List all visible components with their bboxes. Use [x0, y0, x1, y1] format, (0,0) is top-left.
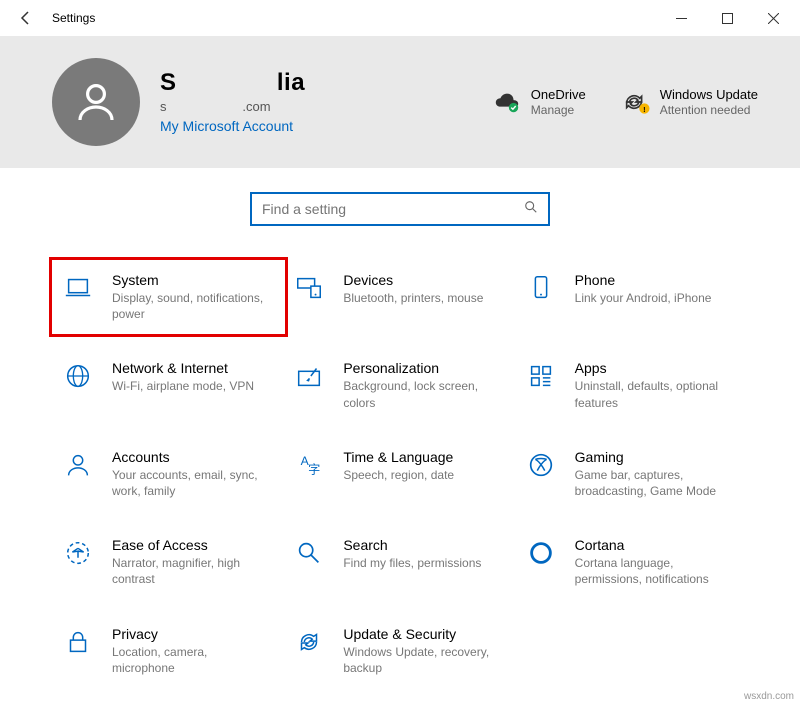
ms-account-link[interactable]: My Microsoft Account — [160, 118, 293, 134]
category-time[interactable]: A字 Time & Language Speech, region, date — [289, 443, 510, 505]
cat-desc: Display, sound, notifications, power — [112, 290, 272, 322]
language-icon: A字 — [293, 449, 325, 481]
cat-desc: Your accounts, email, sync, work, family — [112, 467, 272, 499]
watermark: wsxdn.com — [744, 691, 794, 702]
onedrive-sub: Manage — [531, 103, 586, 117]
cat-title: Devices — [343, 272, 483, 288]
window-title: Settings — [52, 11, 95, 25]
brush-icon — [293, 360, 325, 392]
cat-title: Search — [343, 537, 481, 553]
search-category-icon — [293, 537, 325, 569]
cat-title: Phone — [575, 272, 712, 288]
lock-icon — [62, 626, 94, 658]
cat-desc: Location, camera, microphone — [112, 644, 272, 676]
titlebar: Settings — [0, 0, 800, 36]
cat-title: Apps — [575, 360, 735, 376]
update-icon: ! — [622, 88, 650, 116]
back-arrow-icon — [18, 10, 34, 26]
search-row — [0, 168, 800, 226]
cat-title: Gaming — [575, 449, 735, 465]
category-ease-of-access[interactable]: Ease of Access Narrator, magnifier, high … — [58, 531, 279, 593]
cat-desc: Speech, region, date — [343, 467, 454, 483]
cat-title: Update & Security — [343, 626, 503, 642]
window-controls — [658, 0, 796, 36]
cortana-icon — [525, 537, 557, 569]
cat-title: Time & Language — [343, 449, 454, 465]
cat-title: Privacy — [112, 626, 272, 642]
update-label: Windows Update — [660, 87, 758, 102]
category-search[interactable]: Search Find my files, permissions — [289, 531, 510, 593]
windows-update-status[interactable]: ! Windows Update Attention needed — [622, 87, 758, 117]
cat-desc: Windows Update, recovery, backup — [343, 644, 503, 676]
cat-desc: Narrator, magnifier, high contrast — [112, 555, 272, 587]
category-network[interactable]: Network & Internet Wi-Fi, airplane mode, … — [58, 354, 279, 416]
category-accounts[interactable]: Accounts Your accounts, email, sync, work… — [58, 443, 279, 505]
cat-title: System — [112, 272, 272, 288]
cat-title: Network & Internet — [112, 360, 254, 376]
xbox-icon — [525, 449, 557, 481]
ease-icon — [62, 537, 94, 569]
account-email: s .com — [160, 99, 380, 114]
cat-desc: Background, lock screen, colors — [343, 378, 503, 410]
apps-icon — [525, 360, 557, 392]
category-update-security[interactable]: Update & Security Windows Update, recover… — [289, 620, 510, 682]
category-personalization[interactable]: Personalization Background, lock screen, … — [289, 354, 510, 416]
laptop-icon — [62, 272, 94, 304]
avatar[interactable] — [52, 58, 140, 146]
category-gaming[interactable]: Gaming Game bar, captures, broadcasting, … — [521, 443, 742, 505]
category-system[interactable]: System Display, sound, notifications, pow… — [58, 266, 279, 328]
cat-title: Cortana — [575, 537, 735, 553]
cat-desc: Game bar, captures, broadcasting, Game M… — [575, 467, 735, 499]
cat-title: Ease of Access — [112, 537, 272, 553]
cat-desc: Cortana language, permissions, notificat… — [575, 555, 735, 587]
cat-title: Personalization — [343, 360, 503, 376]
cat-desc: Wi-Fi, airplane mode, VPN — [112, 378, 254, 394]
close-button[interactable] — [750, 0, 796, 36]
maximize-button[interactable] — [704, 0, 750, 36]
category-privacy[interactable]: Privacy Location, camera, microphone — [58, 620, 279, 682]
cat-title: Accounts — [112, 449, 272, 465]
refresh-icon — [293, 626, 325, 658]
category-cortana[interactable]: Cortana Cortana language, permissions, no… — [521, 531, 742, 593]
settings-grid: System Display, sound, notifications, pow… — [0, 226, 800, 692]
svg-text:!: ! — [643, 105, 645, 114]
cat-desc: Uninstall, defaults, optional features — [575, 378, 735, 410]
cloud-icon — [493, 88, 521, 116]
phone-icon — [525, 272, 557, 304]
search-box[interactable] — [250, 192, 550, 226]
cat-desc: Find my files, permissions — [343, 555, 481, 571]
devices-icon — [293, 272, 325, 304]
cat-desc: Link your Android, iPhone — [575, 290, 712, 306]
account-name: S lia — [160, 69, 380, 97]
category-phone[interactable]: Phone Link your Android, iPhone — [521, 266, 742, 328]
search-input[interactable] — [262, 201, 524, 217]
account-header: S lia s .com My Microsoft Account OneDri… — [0, 36, 800, 168]
globe-icon — [62, 360, 94, 392]
onedrive-label: OneDrive — [531, 87, 586, 102]
svg-text:字: 字 — [308, 461, 320, 476]
back-button[interactable] — [4, 0, 48, 36]
status-group: OneDrive Manage ! Windows Update Attenti… — [493, 87, 758, 117]
minimize-button[interactable] — [658, 0, 704, 36]
user-icon — [72, 78, 120, 126]
person-icon — [62, 449, 94, 481]
category-devices[interactable]: Devices Bluetooth, printers, mouse — [289, 266, 510, 328]
update-sub: Attention needed — [660, 103, 758, 117]
cat-desc: Bluetooth, printers, mouse — [343, 290, 483, 306]
onedrive-status[interactable]: OneDrive Manage — [493, 87, 586, 117]
category-apps[interactable]: Apps Uninstall, defaults, optional featur… — [521, 354, 742, 416]
search-icon — [524, 200, 538, 219]
account-info: S lia s .com My Microsoft Account — [160, 69, 380, 136]
